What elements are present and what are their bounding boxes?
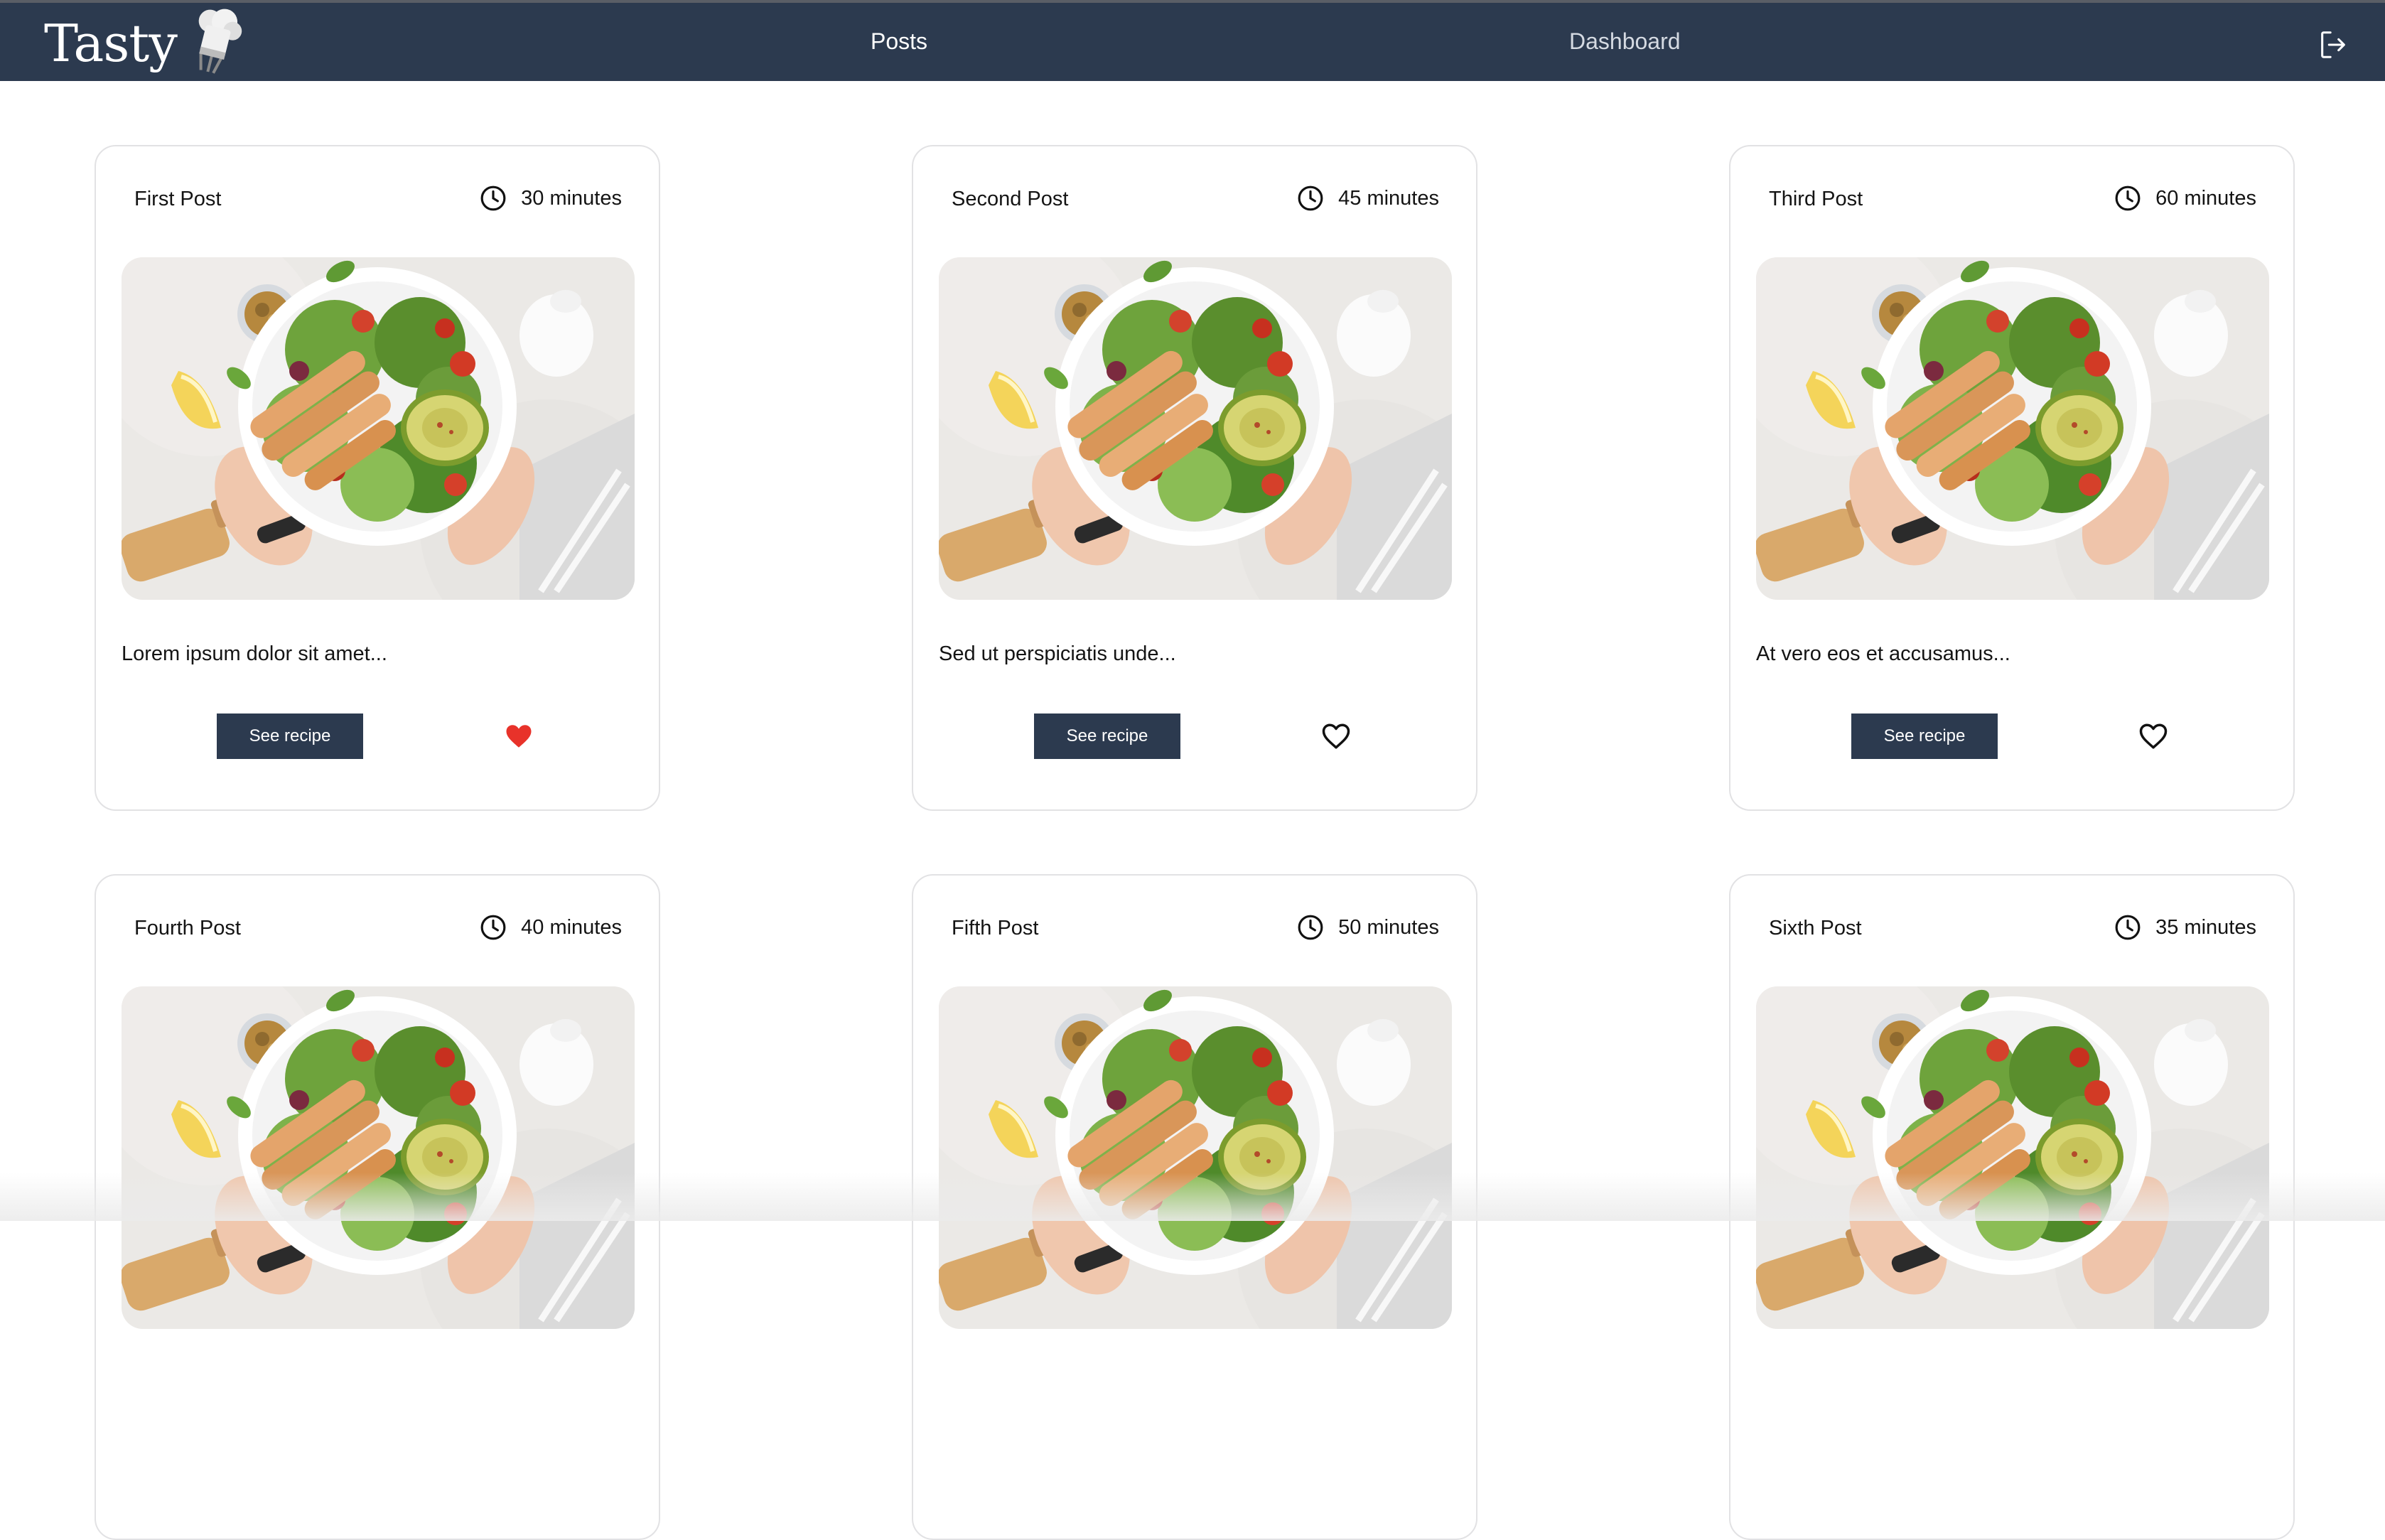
post-title: Second Post — [952, 188, 1069, 210]
heart-outline-icon[interactable] — [2138, 722, 2168, 750]
post-time-label: 45 minutes — [1338, 186, 1439, 210]
post-time: 35 minutes — [2114, 914, 2256, 941]
post-title: First Post — [134, 188, 222, 210]
clock-icon — [1297, 914, 1324, 941]
see-recipe-button[interactable]: See recipe — [217, 714, 363, 759]
post-description: Lorem ipsum dolor sit amet... — [122, 642, 387, 665]
post-card: Sixth Post 35 minutes — [1729, 874, 2295, 1540]
post-description: At vero eos et accusamus... — [1756, 642, 2010, 665]
brand[interactable]: Tasty — [44, 9, 245, 74]
post-image — [939, 986, 1452, 1329]
post-title: Fourth Post — [134, 917, 241, 939]
post-time-label: 40 minutes — [521, 915, 622, 939]
post-card: Fourth Post 40 minutes — [95, 874, 660, 1540]
post-time: 40 minutes — [480, 914, 622, 941]
post-title: Third Post — [1769, 188, 1863, 210]
post-image — [122, 257, 635, 600]
post-description: Sed ut perspiciatis unde... — [939, 642, 1176, 665]
post-time: 60 minutes — [2114, 185, 2256, 212]
post-time-label: 30 minutes — [521, 186, 622, 210]
post-time-label: 50 minutes — [1338, 915, 1439, 939]
see-recipe-button[interactable]: See recipe — [1034, 714, 1180, 759]
post-image — [1756, 257, 2269, 600]
clock-icon — [2114, 185, 2141, 212]
clock-icon — [1297, 185, 1324, 212]
clock-icon — [2114, 914, 2141, 941]
post-image — [939, 257, 1452, 600]
post-title: Fifth Post — [952, 917, 1039, 939]
nav-dashboard[interactable]: Dashboard — [1569, 28, 1681, 55]
post-image — [122, 986, 635, 1329]
post-time: 50 minutes — [1297, 914, 1439, 941]
logout-icon[interactable] — [2317, 28, 2349, 61]
post-card: Second Post 45 minutes Sed ut perspiciat… — [912, 145, 1477, 811]
post-time-label: 60 minutes — [2155, 186, 2256, 210]
see-recipe-button[interactable]: See recipe — [1851, 714, 1998, 759]
post-card: First Post 30 minutes Lorem ipsum dolor … — [95, 145, 660, 811]
post-time-label: 35 minutes — [2155, 915, 2256, 939]
post-image — [1756, 986, 2269, 1329]
clock-icon — [480, 914, 507, 941]
post-time: 30 minutes — [480, 185, 622, 212]
post-title: Sixth Post — [1769, 917, 1862, 939]
brand-name: Tasty — [44, 14, 178, 73]
post-card: Fifth Post 50 minutes — [912, 874, 1477, 1540]
chef-hat-icon — [198, 9, 242, 74]
post-time: 45 minutes — [1297, 185, 1439, 212]
clock-icon — [480, 185, 507, 212]
heart-filled-icon[interactable] — [504, 722, 534, 750]
nav-posts[interactable]: Posts — [871, 28, 927, 55]
heart-outline-icon[interactable] — [1321, 722, 1351, 750]
post-card: Third Post 60 minutes At vero eos et acc… — [1729, 145, 2295, 811]
navbar: Tasty Posts Dashboard — [0, 3, 2385, 81]
